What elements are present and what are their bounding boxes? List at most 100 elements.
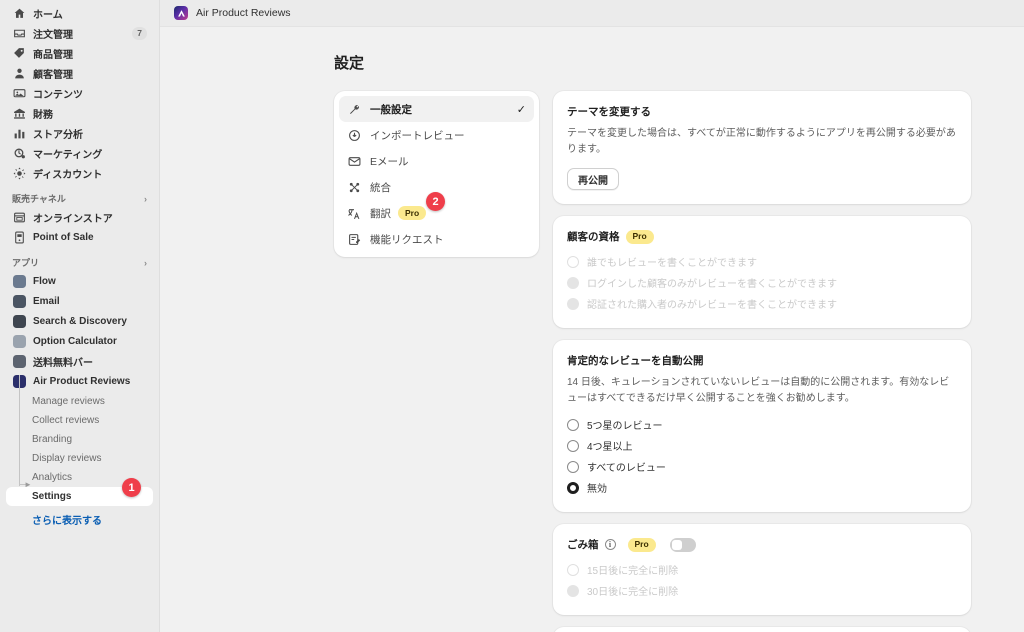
radio-icon[interactable] (567, 481, 579, 494)
sidebar-app-item-2[interactable]: Search & Discovery (6, 312, 153, 331)
sidebar-subitem-3[interactable]: Display reviews (6, 449, 153, 468)
customers-person-icon (12, 67, 26, 81)
sidebar-show-more-link[interactable]: さらに表示する (6, 510, 153, 528)
sidebar-item-label: 商品管理 (33, 50, 73, 61)
radio-icon[interactable] (567, 584, 579, 597)
info-icon[interactable]: i (604, 539, 616, 550)
online-store-icon (12, 211, 26, 225)
settings-menu-item-1[interactable]: インポートレビュー (339, 122, 534, 148)
sidebar-sales-channel-nav: オンラインストア Point of Sale (0, 208, 159, 247)
home-icon (12, 7, 26, 21)
sidebar-app-item-4[interactable]: 送料無料バー (6, 352, 153, 371)
settings-menu-label: 翻訳 (370, 207, 391, 220)
trash-title-text: ごみ箱 (567, 539, 599, 551)
radio-icon[interactable] (567, 563, 579, 576)
sidebar-item-label: 注文管理 (33, 30, 73, 41)
sidebar-sales-item-0[interactable]: オンラインストア (6, 208, 153, 227)
radio-option-1[interactable]: 4つ星以上 (567, 435, 957, 456)
sidebar-item-1[interactable]: 注文管理 7 (6, 24, 153, 43)
topbar: Air Product Reviews (160, 0, 1024, 27)
chevron-right-icon[interactable]: › (144, 194, 147, 204)
sidebar-item-label: ホーム (33, 10, 63, 21)
autopublish-options: 5つ星のレビュー 4つ星以上すべてのレビュー無効 (567, 414, 957, 498)
chevron-right-icon[interactable]: › (144, 258, 147, 268)
sidebar-item-0[interactable]: ホーム (6, 4, 153, 23)
trash-toggle[interactable] (669, 537, 696, 552)
sidebar-item-label: コンテンツ (33, 90, 83, 101)
radio-option-0[interactable]: 15日後に完全に削除 (567, 559, 957, 580)
republish-button[interactable]: 再公開 (567, 168, 619, 190)
sidebar-item-label: マーケティング (33, 150, 103, 161)
radio-label: 5つ星のレビュー (587, 421, 663, 432)
autopublish-card-body: 14 日後、キュレーションされていないレビューは自動的に公開されます。有効なレビ… (567, 377, 950, 404)
sidebar-subitem-2[interactable]: Branding (6, 430, 153, 449)
radio-label: 認証された購入者のみがレビューを書くことができます (587, 300, 837, 311)
sidebar-item-2[interactable]: 商品管理 (6, 44, 153, 63)
sales-channel-header: 販売チャネル (12, 194, 66, 204)
sidebar-item-3[interactable]: 顧客管理 (6, 64, 153, 83)
settings-menu-list: 一般設定 ✓ インポートレビュー Eメール 統合 翻訳 Pro 機能リクエスト (339, 96, 534, 252)
app-root: ホーム注文管理 7 商品管理顧客管理コンテンツ財務ストア分析マーケティングディスカウ… (0, 0, 1024, 632)
sidebar-item-label: Option Calculator (33, 336, 117, 347)
sidebar-item-label: 顧客管理 (33, 70, 73, 81)
sidebar-item-8[interactable]: ディスカウント (6, 164, 153, 183)
sidebar-item-7[interactable]: マーケティング (6, 144, 153, 163)
radio-label: ログインした顧客のみがレビューを書くことができます (587, 279, 837, 290)
settings-columns: 一般設定 ✓ インポートレビュー Eメール 統合 翻訳 Pro 機能リクエスト 2 テーマを変… (160, 91, 1024, 632)
sidebar-subitem-label: Collect reviews (32, 415, 100, 426)
settings-menu-item-5[interactable]: 機能リクエスト (339, 226, 534, 252)
sidebar-subitem-0[interactable]: Manage reviews (6, 392, 153, 411)
sidebar-subitem-1[interactable]: Collect reviews (6, 411, 153, 430)
sidebar-item-label: Air Product Reviews (33, 376, 131, 387)
point-of-sale-icon (12, 231, 26, 245)
customer-eligibility-card: 顧客の資格 Pro 誰でもレビューを書くことができますログインした顧客のみがレビ… (553, 216, 971, 328)
sidebar-item-label: Flow (33, 276, 56, 287)
sidebar-subitem-label: Manage reviews (32, 396, 105, 407)
translate-icon (347, 206, 361, 220)
radio-label: すべてのレビュー (587, 463, 666, 474)
sidebar-item-4[interactable]: コンテンツ (6, 84, 153, 103)
radio-icon[interactable] (567, 297, 579, 310)
share-nodes-icon (347, 180, 361, 194)
sidebar-item-5[interactable]: 財務 (6, 104, 153, 123)
radio-option-1[interactable]: ログインした顧客のみがレビューを書くことができます (567, 272, 957, 293)
option-calculator-app-icon (12, 335, 26, 349)
main-area: Air Product Reviews 設定 一般設定 ✓ インポートレビュー Eメー… (160, 0, 1024, 632)
radio-icon[interactable] (567, 439, 579, 452)
search-discovery-app-icon (12, 315, 26, 329)
settings-menu-item-2[interactable]: Eメール (339, 148, 534, 174)
trash-options: 15日後に完全に削除 30日後に完全に削除 (567, 559, 957, 601)
google-trusted-store-card: Google Trusted Store Google トップ品質ストア バッジ (553, 627, 971, 632)
radio-label: 誰でもレビューを書くことができます (587, 258, 757, 269)
topbar-app-name: Air Product Reviews (196, 7, 291, 19)
radio-icon[interactable] (567, 418, 579, 431)
sidebar-app-item-3[interactable]: Option Calculator (6, 332, 153, 351)
sidebar-section-sales-channel: 販売チャネル › (12, 192, 147, 205)
eligibility-options: 誰でもレビューを書くことができますログインした顧客のみがレビューを書くことができ… (567, 251, 957, 314)
radio-option-2[interactable]: 認証された購入者のみがレビューを書くことができます (567, 293, 957, 314)
sidebar-sales-item-1[interactable]: Point of Sale (6, 228, 153, 247)
radio-icon[interactable] (567, 460, 579, 473)
marketing-megaphone-icon (12, 147, 26, 161)
sidebar-app-item-1[interactable]: Email (6, 292, 153, 311)
radio-option-3[interactable]: 無効 (567, 477, 957, 498)
settings-menu-item-0[interactable]: 一般設定 ✓ (339, 96, 534, 122)
radio-icon[interactable] (567, 276, 579, 289)
radio-option-0[interactable]: 誰でもレビューを書くことができます (567, 251, 957, 272)
sidebar-item-6[interactable]: ストア分析 (6, 124, 153, 143)
radio-icon[interactable] (567, 255, 579, 268)
sidebar-app-item-0[interactable]: Flow (6, 272, 153, 291)
radio-option-0[interactable]: 5つ星のレビュー (567, 414, 957, 435)
pro-badge: Pro (625, 229, 654, 244)
radio-option-2[interactable]: すべてのレビュー (567, 456, 957, 477)
sidebar-app-item-5[interactable]: Air Product Reviews (6, 372, 153, 391)
radio-option-1[interactable]: 30日後に完全に削除 (567, 580, 957, 601)
sidebar-item-label: ストア分析 (33, 130, 83, 141)
sidebar-main-nav: ホーム注文管理 7 商品管理顧客管理コンテンツ財務ストア分析マーケティングディスカウ… (0, 4, 159, 183)
toggle-knob (671, 539, 682, 550)
sidebar-item-label: Search & Discovery (33, 316, 127, 327)
radio-label: 4つ星以上 (587, 442, 633, 453)
marker-badge-1: 1 (122, 478, 141, 497)
products-tag-icon (12, 47, 26, 61)
eligibility-card-title: 顧客の資格 Pro (567, 229, 957, 244)
